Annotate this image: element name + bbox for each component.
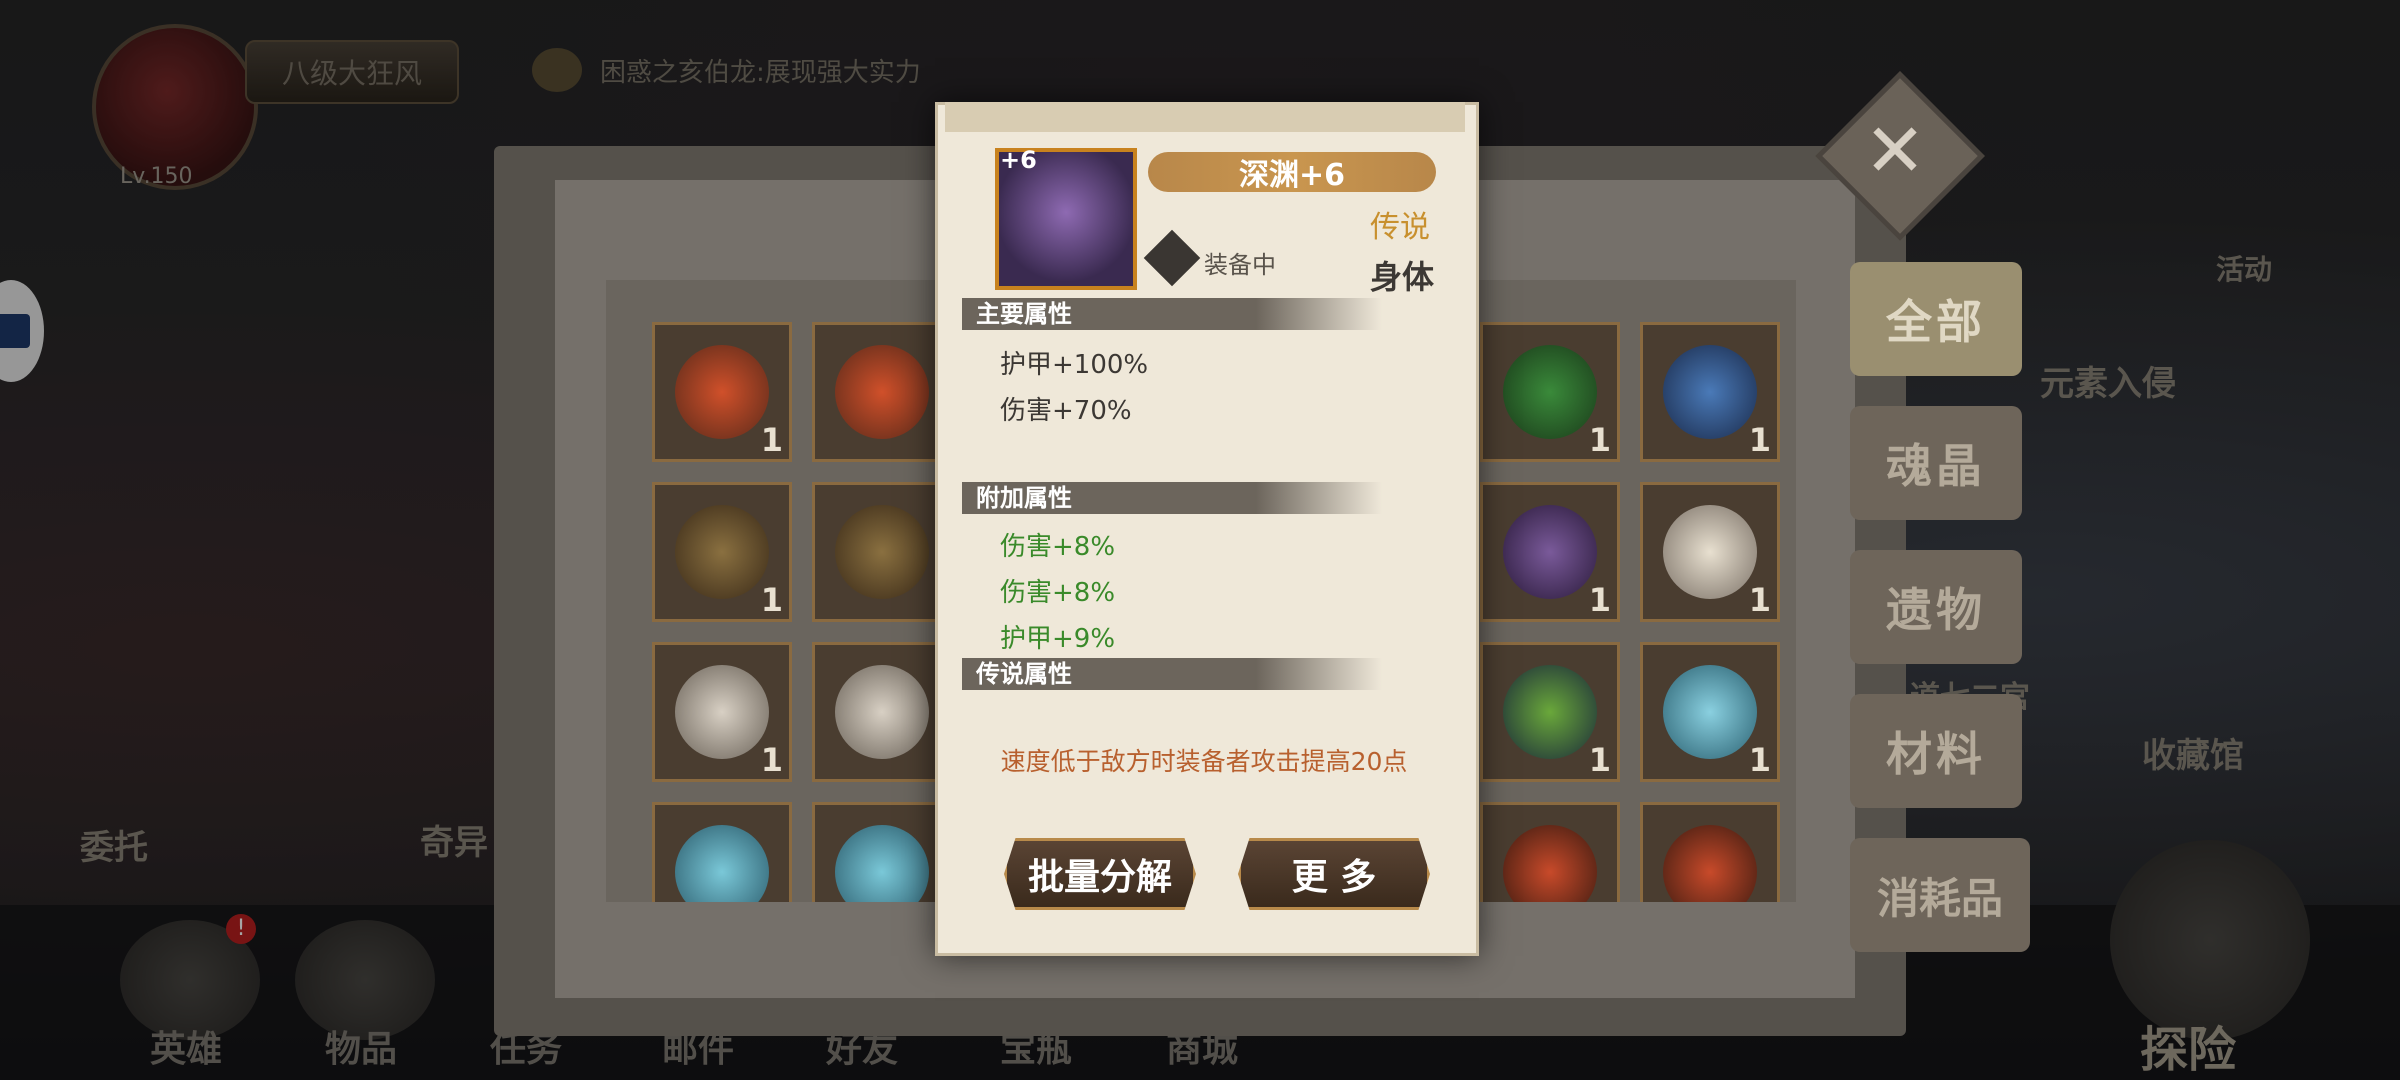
item-name: 深渊+6 — [1148, 152, 1436, 193]
legend-attributes-header: 传说属性 — [962, 658, 1382, 690]
main-attribute: 护甲+100% — [1000, 350, 1149, 380]
item-enhance-level: +6 — [1000, 146, 1037, 174]
main-attributes-header: 主要属性 — [962, 298, 1382, 330]
extra-attribute: 伤害+8% — [1000, 532, 1116, 562]
inventory-slot[interactable]: 1 — [1480, 322, 1620, 462]
inventory-slot[interactable]: 1 — [652, 482, 792, 622]
more-button[interactable]: 更 多 — [1238, 838, 1430, 910]
inventory-slot[interactable]: 1 — [1640, 322, 1780, 462]
inventory-slot[interactable]: 1 — [1640, 482, 1780, 622]
inventory-slot[interactable]: 1 — [652, 322, 792, 462]
tab-all[interactable]: 全部 — [1850, 262, 2022, 376]
item-rarity: 传说 — [1370, 210, 1430, 245]
inventory-slot[interactable]: 1 — [1640, 642, 1780, 782]
inventory-slot[interactable] — [1640, 802, 1780, 902]
main-attribute: 伤害+70% — [1000, 396, 1132, 426]
inventory-slot[interactable] — [652, 802, 792, 902]
close-icon: ✕ — [1863, 108, 1926, 194]
inventory-slot[interactable]: 1 — [1480, 482, 1620, 622]
extra-attribute: 护甲+9% — [1000, 624, 1116, 654]
inventory-slot[interactable]: 1 — [1480, 642, 1620, 782]
tab-relics[interactable]: 遗物 — [1850, 550, 2022, 664]
card-top-border — [945, 102, 1465, 132]
tab-materials[interactable]: 材料 — [1850, 694, 2022, 808]
inventory-slot[interactable]: 1 — [652, 642, 792, 782]
tab-soul-crystal[interactable]: 魂晶 — [1850, 406, 2022, 520]
inventory-slot[interactable] — [812, 642, 952, 782]
inventory-slot[interactable] — [812, 482, 952, 622]
inventory-slot[interactable] — [812, 322, 952, 462]
tab-consumables[interactable]: 消耗品 — [1850, 838, 2030, 952]
legend-attribute-desc: 速度低于敌方时装备者攻击提高20点 — [1000, 747, 1408, 776]
inventory-slot[interactable] — [812, 802, 952, 902]
extra-attribute: 伤害+8% — [1000, 578, 1116, 608]
batch-dismantle-button[interactable]: 批量分解 — [1004, 838, 1196, 910]
inventory-slot[interactable] — [1480, 802, 1620, 902]
extra-attributes-header: 附加属性 — [962, 482, 1382, 514]
equipped-status: 装备中 — [1204, 251, 1276, 279]
item-slot-type: 身体 — [1370, 258, 1435, 296]
